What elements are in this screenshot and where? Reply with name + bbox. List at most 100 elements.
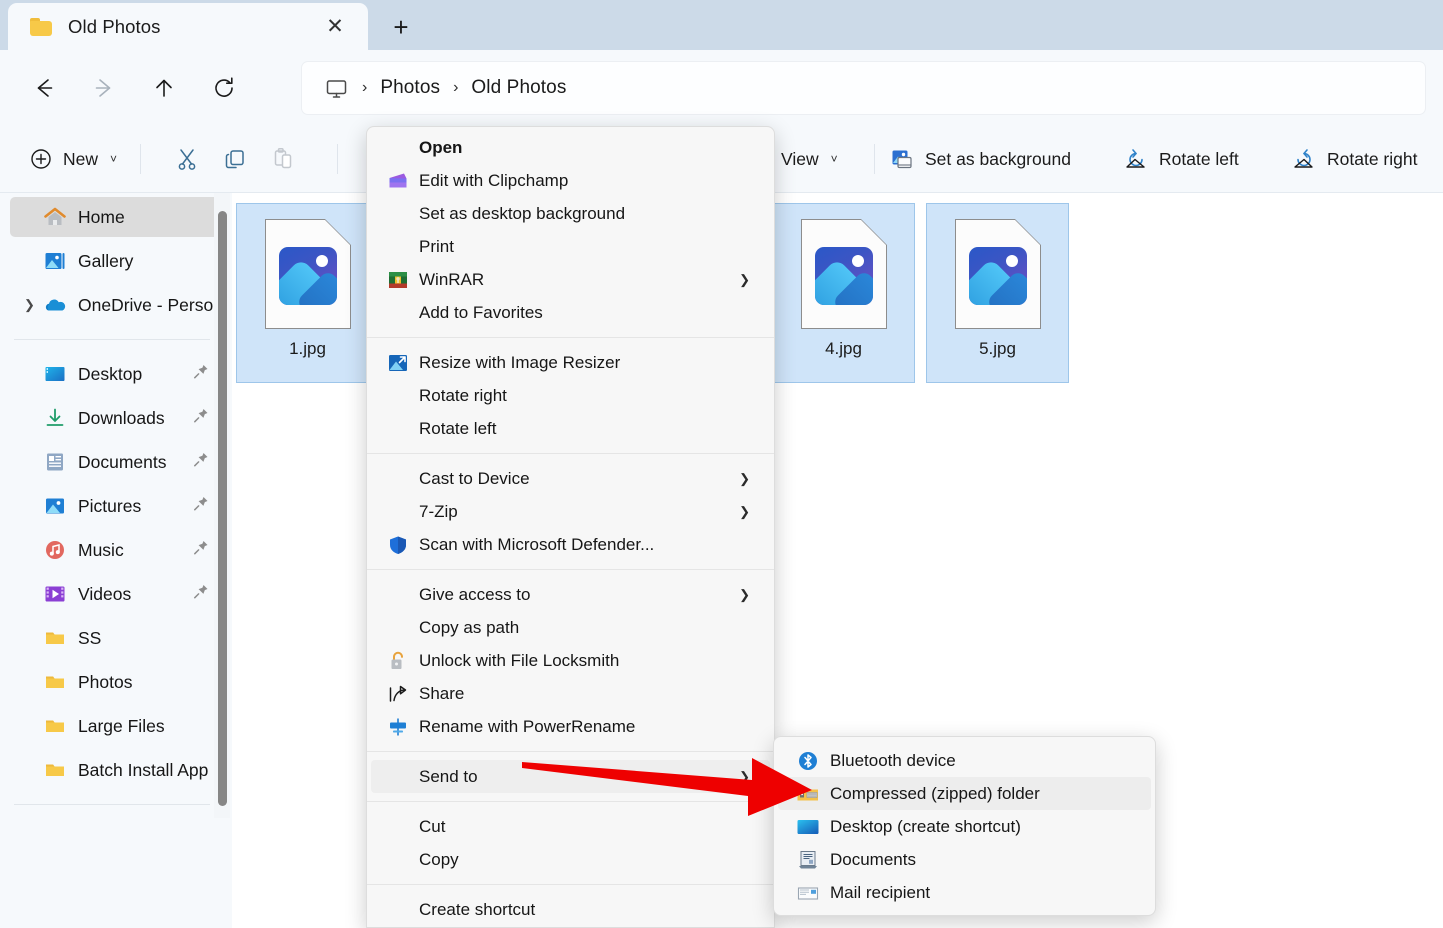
navigation-pane: Home Gallery ❯ OneDrive - Perso Desktop [0,193,232,928]
context-item-open[interactable]: Open [371,131,770,164]
forward-icon [84,68,124,108]
context-menu[interactable]: Open Edit with Clipchamp Set as desktop … [366,126,775,928]
rotate-left-button[interactable]: Rotate left [1112,137,1250,181]
cut-button[interactable] [163,137,211,181]
chevron-down-icon[interactable]: ˅ [110,152,117,166]
breadcrumb-separator: › [362,79,367,97]
jpg-file-icon [801,219,887,329]
menu-label: Copy [419,850,459,870]
submenu-label: Documents [830,850,916,870]
view-button[interactable]: View ˅ [770,137,849,181]
new-button[interactable]: New ˅ [18,137,128,181]
context-item-rotate-left[interactable]: Rotate left [371,412,770,445]
sidebar-item-pictures[interactable]: Pictures [10,486,220,526]
file-explorer-window: Old Photos ✕ + › Photos › Old Photos [0,0,1443,928]
context-item-resize-with-image-resizer[interactable]: Resize with Image Resizer [371,346,770,379]
back-icon[interactable] [24,68,64,108]
sidebar-item-onedrive[interactable]: ❯ OneDrive - Perso [10,285,220,325]
submenu-item-documents[interactable]: Documents [778,843,1151,876]
address-bar[interactable]: › Photos › Old Photos [302,62,1425,114]
winrar-icon [387,269,409,291]
chevron-right-icon[interactable]: ❯ [739,471,750,487]
close-icon[interactable]: ✕ [322,14,348,40]
tab-label: Old Photos [68,16,161,38]
submenu-item-desktop-create-shortcut[interactable]: Desktop (create shortcut) [778,810,1151,843]
context-item-rename-with-powerrename[interactable]: Rename with PowerRename [371,710,770,743]
context-item-cast-to-device[interactable]: Cast to Device ❯ [371,462,770,495]
pin-icon[interactable] [192,363,210,386]
divider [14,339,210,340]
mail-icon [796,882,820,904]
chevron-down-icon[interactable]: ˅ [831,152,838,166]
breadcrumb-photos[interactable]: Photos [380,77,440,99]
context-item-edit-with-clipchamp[interactable]: Edit with Clipchamp [371,164,770,197]
pin-icon[interactable] [192,495,210,518]
submenu-item-mail-recipient[interactable]: Mail recipient [778,876,1151,909]
copy-button[interactable] [211,137,259,181]
rotate-right-button[interactable]: Rotate right [1280,137,1428,181]
chevron-right-icon[interactable]: ❯ [739,587,750,603]
context-item-copy-as-path[interactable]: Copy as path [371,611,770,644]
sidebar-item-videos[interactable]: Videos [10,574,220,614]
context-item-cut[interactable]: Cut [371,810,770,843]
pin-icon[interactable] [192,583,210,606]
menu-label: Rotate left [419,419,497,439]
context-item-give-access-to[interactable]: Give access to ❯ [371,578,770,611]
submenu-item-compressed-zipped-folder[interactable]: Compressed (zipped) folder [778,777,1151,810]
paste-button [259,137,307,181]
context-item-rotate-right[interactable]: Rotate right [371,379,770,412]
sidebar-item-music[interactable]: Music [10,530,220,570]
sidebar-label: Batch Install App [78,760,208,781]
sidebar-scrollbar-thumb[interactable] [218,211,227,806]
file-item-1[interactable]: 1.jpg [236,203,379,383]
chevron-right-icon[interactable]: ❯ [739,769,750,785]
context-item-set-as-desktop-background[interactable]: Set as desktop background [371,197,770,230]
context-item-winrar[interactable]: WinRAR ❯ [371,263,770,296]
chevron-right-icon[interactable]: ❯ [24,297,35,313]
sidebar-item-photos[interactable]: Photos [10,662,220,702]
pin-icon[interactable] [192,451,210,474]
context-item-copy[interactable]: Copy [371,843,770,876]
tab-old-photos[interactable]: Old Photos ✕ [8,3,368,50]
sidebar-label: SS [78,628,101,649]
context-item-unlock-with-file-locksmith[interactable]: Unlock with File Locksmith [371,644,770,677]
context-item-print[interactable]: Print [371,230,770,263]
sidebar-item-gallery[interactable]: Gallery [10,241,220,281]
sidebar-item-desktop[interactable]: Desktop [10,354,220,394]
sidebar-item-batch-install-app[interactable]: Batch Install App [10,750,220,790]
context-item-create-shortcut[interactable]: Create shortcut [371,893,770,926]
rotate-left-label: Rotate left [1159,149,1239,170]
file-item-5[interactable]: 5.jpg [926,203,1069,383]
sidebar-item-large-files[interactable]: Large Files [10,706,220,746]
menu-label: Set as desktop background [419,204,625,224]
sidebar-item-documents[interactable]: Documents [10,442,220,482]
submenu-item-bluetooth-device[interactable]: Bluetooth device [778,744,1151,777]
sidebar-item-ss[interactable]: SS [10,618,220,658]
context-item-add-to-favorites[interactable]: Add to Favorites [371,296,770,329]
file-item-4[interactable]: 4.jpg [772,203,915,383]
monitor-icon[interactable] [324,76,349,101]
refresh-icon[interactable] [204,68,244,108]
context-item-share[interactable]: Share [371,677,770,710]
context-item-send-to[interactable]: Send to ❯ [371,760,770,793]
pin-icon[interactable] [192,407,210,430]
bluetooth-icon [796,750,820,772]
chevron-right-icon[interactable]: ❯ [739,272,750,288]
divider [367,801,774,802]
pin-icon[interactable] [192,539,210,562]
submenu-label: Desktop (create shortcut) [830,817,1021,837]
context-item-7-zip[interactable]: 7-Zip ❯ [371,495,770,528]
breadcrumb-old-photos[interactable]: Old Photos [471,77,566,99]
sidebar-item-home[interactable]: Home [10,197,220,237]
context-item-scan-with-microsoft-defender[interactable]: Scan with Microsoft Defender... [371,528,770,561]
up-icon[interactable] [144,68,184,108]
set-as-background-button[interactable]: Set as background [878,137,1082,181]
menu-label: Give access to [419,585,531,605]
file-name: 4.jpg [825,339,862,359]
send-to-submenu[interactable]: Bluetooth device Compressed (zipped) fol… [773,736,1156,916]
sidebar-item-downloads[interactable]: Downloads [10,398,220,438]
new-tab-icon[interactable]: + [386,12,416,42]
folder-icon [44,715,66,737]
music-icon [44,539,66,561]
chevron-right-icon[interactable]: ❯ [739,504,750,520]
